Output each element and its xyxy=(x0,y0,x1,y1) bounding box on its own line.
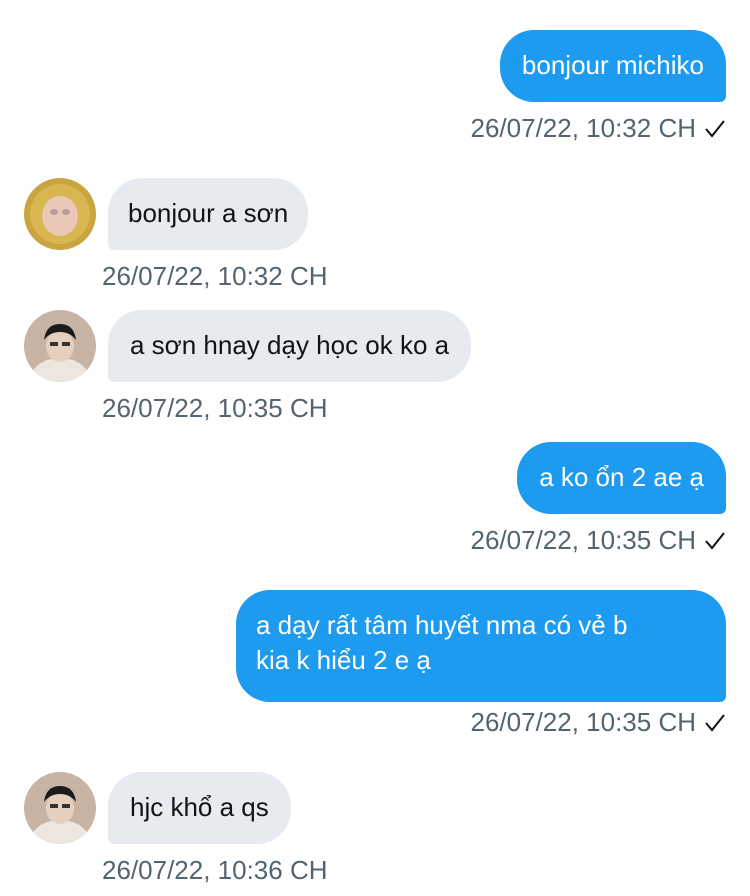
message-bubble-received[interactable]: a sơn hnay dạy học ok ko a xyxy=(108,310,472,382)
contact-avatar[interactable] xyxy=(24,310,96,382)
timestamp-text: 26/07/22, 10:35 CH xyxy=(470,707,697,737)
message-bubble-sent[interactable]: a ko ổn 2 ae ạ xyxy=(517,442,726,514)
timestamp-text: 26/07/22, 10:32 CH xyxy=(470,113,697,143)
check-icon xyxy=(704,114,726,146)
message-timestamp: 26/07/22, 10:36 CH xyxy=(102,855,328,885)
message-timestamp: 26/07/22, 10:32 CH xyxy=(102,261,328,291)
message-timestamp: 26/07/22, 10:35 CH xyxy=(102,393,328,423)
message-bubble-sent[interactable]: a dạy rất tâm huyết nma có vẻ b kia k hi… xyxy=(236,590,726,702)
message-timestamp: 26/07/22, 10:32 CH xyxy=(471,112,727,146)
message-timestamp: 26/07/22, 10:35 CH xyxy=(471,706,727,740)
message-bubble-sent[interactable]: bonjour michiko xyxy=(499,30,726,102)
contact-avatar[interactable] xyxy=(24,772,96,844)
timestamp-text: 26/07/22, 10:35 CH xyxy=(470,525,697,555)
contact-avatar[interactable] xyxy=(24,178,96,250)
check-icon xyxy=(704,526,726,558)
message-timestamp: 26/07/22, 10:35 CH xyxy=(471,524,727,558)
message-bubble-received[interactable]: hjc khổ a qs xyxy=(108,772,291,844)
check-icon xyxy=(704,708,726,740)
message-bubble-received[interactable]: bonjour a sơn xyxy=(108,178,309,250)
